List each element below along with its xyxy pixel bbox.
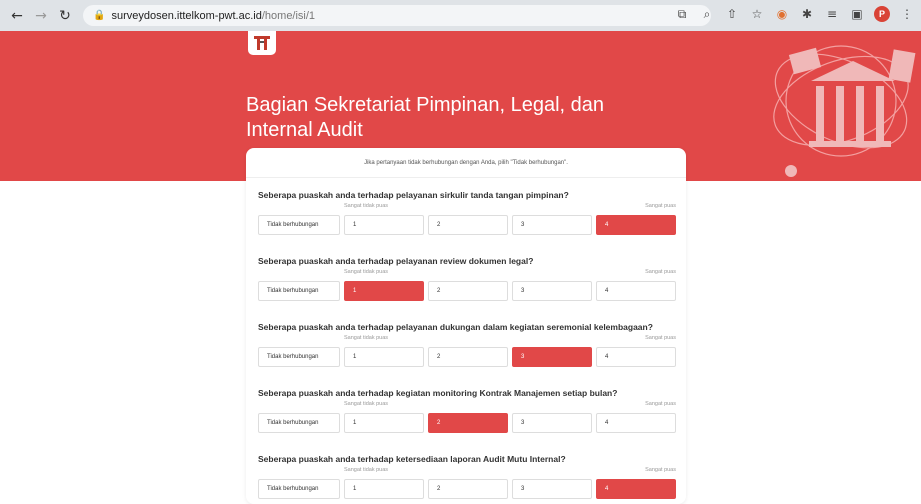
option-1[interactable]: 1 <box>344 413 424 433</box>
option-3[interactable]: 3 <box>512 413 592 433</box>
scale-max-label: Sangat puas <box>645 203 676 209</box>
question-text: Seberapa puaskah anda terhadap pelayanan… <box>258 190 569 200</box>
profile-avatar[interactable]: P <box>874 6 890 22</box>
survey-card: Jika pertanyaan tidak berhubungan dengan… <box>246 148 686 504</box>
option-1[interactable]: 1 <box>344 281 424 301</box>
extension-icon[interactable]: ◉ <box>774 6 790 22</box>
option-not-applicable[interactable]: Tidak berhubungan <box>258 479 340 499</box>
question-text: Seberapa puaskah anda terhadap pelayanan… <box>258 322 653 332</box>
rating-options: Tidak berhubungan 1 2 3 4 <box>258 281 676 301</box>
option-not-applicable[interactable]: Tidak berhubungan <box>258 215 340 235</box>
option-1[interactable]: 1 <box>344 479 424 499</box>
building-illustration-icon <box>773 45 916 177</box>
option-1[interactable]: 1 <box>344 215 424 235</box>
reading-list-icon[interactable]: ≡ <box>824 6 840 22</box>
scale-max-label: Sangat puas <box>645 335 676 341</box>
question-block: Seberapa puaskah anda terhadap pelayanan… <box>258 255 676 301</box>
question-block: Seberapa puaskah anda terhadap pelayanan… <box>258 321 676 367</box>
survey-notice: Jika pertanyaan tidak berhubungan dengan… <box>246 148 686 178</box>
rating-options: Tidak berhubungan 1 2 3 4 <box>258 413 676 433</box>
question-block: Seberapa puaskah anda terhadap kegiatan … <box>258 387 676 433</box>
option-4[interactable]: 4 <box>596 347 676 367</box>
option-1[interactable]: 1 <box>344 347 424 367</box>
scale-max-label: Sangat puas <box>645 269 676 275</box>
scale-max-label: Sangat puas <box>645 467 676 473</box>
option-2[interactable]: 2 <box>428 479 508 499</box>
bookmark-star-icon[interactable]: ☆ <box>749 6 765 22</box>
option-3[interactable]: 3 <box>512 215 592 235</box>
scale-max-label: Sangat puas <box>645 401 676 407</box>
question-text: Seberapa puaskah anda terhadap kegiatan … <box>258 388 618 398</box>
rating-options: Tidak berhubungan 1 2 3 4 <box>258 479 676 499</box>
reload-icon[interactable]: ↻ <box>56 7 74 25</box>
question-block: Seberapa puaskah anda terhadap ketersedi… <box>258 453 676 499</box>
scale-min-label: Sangat tidak puas <box>344 401 389 407</box>
translate-icon[interactable]: ⧉ <box>674 6 690 22</box>
option-2[interactable]: 2 <box>428 215 508 235</box>
question-block: Seberapa puaskah anda terhadap pelayanan… <box>258 189 676 235</box>
share-icon[interactable]: ⇧ <box>724 6 740 22</box>
scale-min-label: Sangat tidak puas <box>344 269 389 275</box>
address-bar[interactable]: 🔒 surveydosen.ittelkom-pwt.ac.id/home/is… <box>83 5 711 26</box>
option-4[interactable]: 4 <box>596 413 676 433</box>
url-host: surveydosen.ittelkom-pwt.ac.id <box>111 9 262 22</box>
rating-options: Tidak berhubungan 1 2 3 4 <box>258 215 676 235</box>
scale-min-label: Sangat tidak puas <box>344 335 389 341</box>
option-2[interactable]: 2 <box>428 413 508 433</box>
option-3[interactable]: 3 <box>512 479 592 499</box>
option-not-applicable[interactable]: Tidak berhubungan <box>258 347 340 367</box>
option-3[interactable]: 3 <box>512 281 592 301</box>
more-icon[interactable]: ⋮ <box>899 6 915 22</box>
rating-options: Tidak berhubungan 1 2 3 4 <box>258 347 676 367</box>
puzzle-icon[interactable]: ✱ <box>799 6 815 22</box>
option-4[interactable]: 4 <box>596 479 676 499</box>
lock-icon: 🔒 <box>93 10 106 21</box>
back-icon[interactable]: ← <box>8 7 26 25</box>
zoom-icon[interactable]: ⌕ <box>699 6 715 22</box>
option-not-applicable[interactable]: Tidak berhubungan <box>258 281 340 301</box>
option-not-applicable[interactable]: Tidak berhubungan <box>258 413 340 433</box>
option-4[interactable]: 4 <box>596 281 676 301</box>
question-text: Seberapa puaskah anda terhadap pelayanan… <box>258 256 534 266</box>
option-2[interactable]: 2 <box>428 347 508 367</box>
browser-toolbar: ← → ↻ 🔒 surveydosen.ittelkom-pwt.ac.id/h… <box>0 0 921 31</box>
telkom-logo <box>248 31 276 55</box>
option-2[interactable]: 2 <box>428 281 508 301</box>
scale-min-label: Sangat tidak puas <box>344 467 389 473</box>
side-panel-icon[interactable]: ▣ <box>849 6 865 22</box>
option-4[interactable]: 4 <box>596 215 676 235</box>
option-3[interactable]: 3 <box>512 347 592 367</box>
page-title: Bagian Sekretariat Pimpinan, Legal, dan … <box>246 94 605 141</box>
url-path: /home/isi/1 <box>261 9 316 22</box>
forward-icon[interactable]: → <box>32 7 50 25</box>
question-text: Seberapa puaskah anda terhadap ketersedi… <box>258 454 566 464</box>
scale-min-label: Sangat tidak puas <box>344 203 389 209</box>
